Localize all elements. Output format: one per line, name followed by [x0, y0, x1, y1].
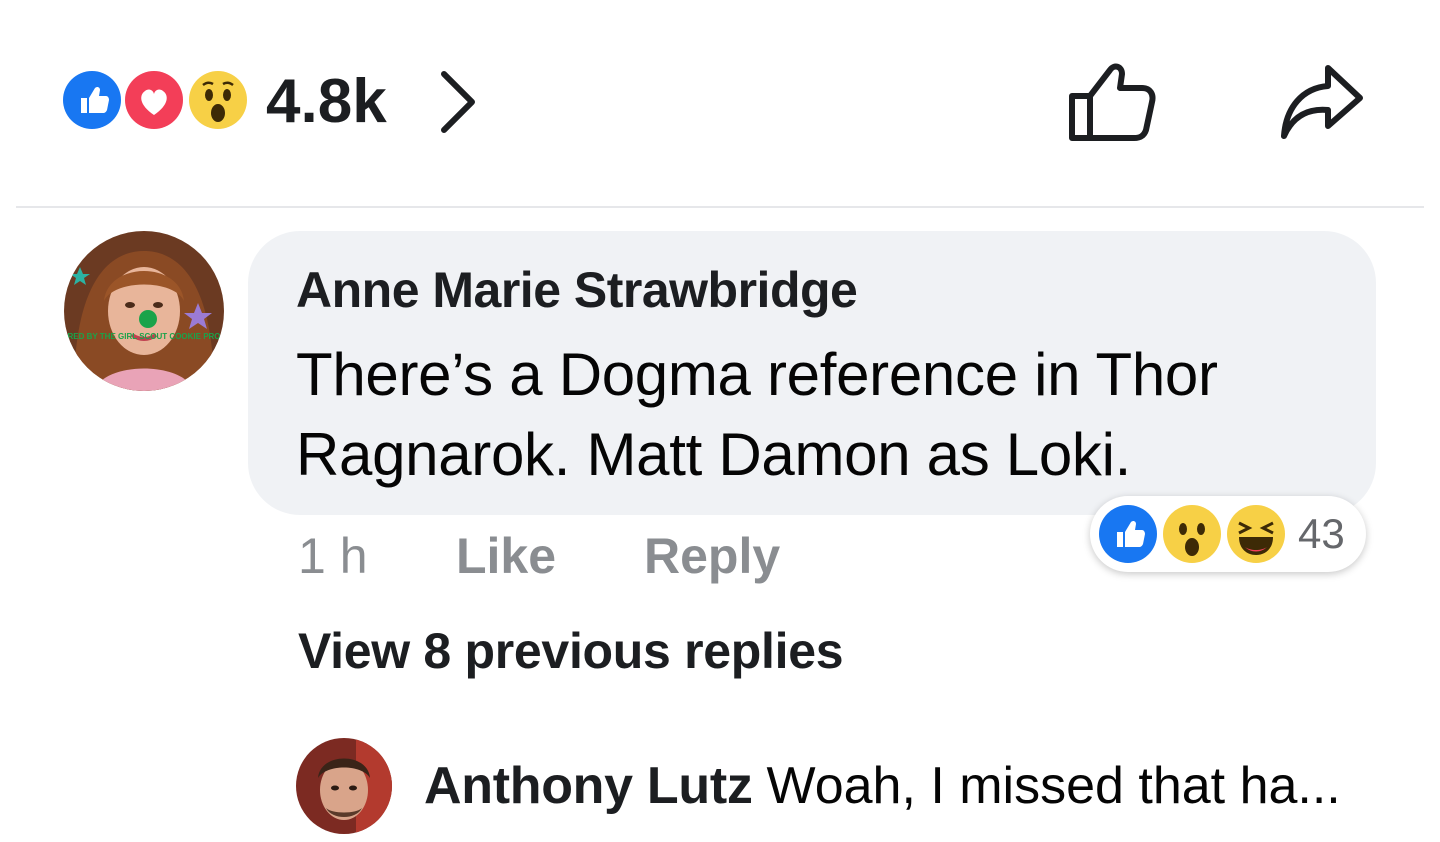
love-icon [122, 68, 186, 132]
avatar-caption: POWERED BY THE GIRL SCOUT COOKIE PROGRAM [64, 332, 224, 341]
reply-button[interactable]: Reply [644, 524, 780, 588]
chevron-right-icon[interactable] [436, 66, 480, 138]
reply-preview-text: Anthony Lutz Woah, I missed that ha... [424, 752, 1341, 820]
like-button[interactable]: Like [456, 524, 556, 588]
reaction-count[interactable]: 4.8k [266, 66, 387, 138]
avatar[interactable]: POWERED BY THE GIRL SCOUT COOKIE PROGRAM [64, 231, 224, 391]
share-arrow-icon[interactable] [1278, 62, 1364, 142]
wow-icon [1160, 502, 1224, 566]
avatar[interactable] [296, 738, 392, 834]
comment-timestamp: 1 h [298, 528, 368, 584]
wow-icon [186, 68, 250, 132]
view-previous-replies-link[interactable]: View 8 previous replies [298, 622, 844, 680]
thumbs-up-outline-icon[interactable] [1066, 60, 1158, 142]
comment-reaction-count: 43 [1298, 510, 1345, 557]
comment-reactions[interactable]: 43 [1090, 496, 1366, 572]
comment-author[interactable]: Anne Marie Strawbridge [296, 261, 858, 319]
divider [16, 206, 1424, 208]
comment-bubble: Anne Marie Strawbridge There’s a Dogma r… [248, 231, 1376, 515]
comment-text: There’s a Dogma reference in Thor Ragnar… [296, 341, 1218, 488]
reply-preview[interactable]: Anthony Lutz Woah, I missed that ha... [296, 738, 1416, 838]
post-reaction-bar: 4.8k [0, 0, 1440, 206]
reply-author[interactable]: Anthony Lutz [424, 757, 753, 815]
like-icon [1096, 502, 1160, 566]
like-icon [60, 68, 124, 132]
reply-body: Woah, I missed that ha... [766, 757, 1341, 815]
haha-icon [1224, 502, 1288, 566]
